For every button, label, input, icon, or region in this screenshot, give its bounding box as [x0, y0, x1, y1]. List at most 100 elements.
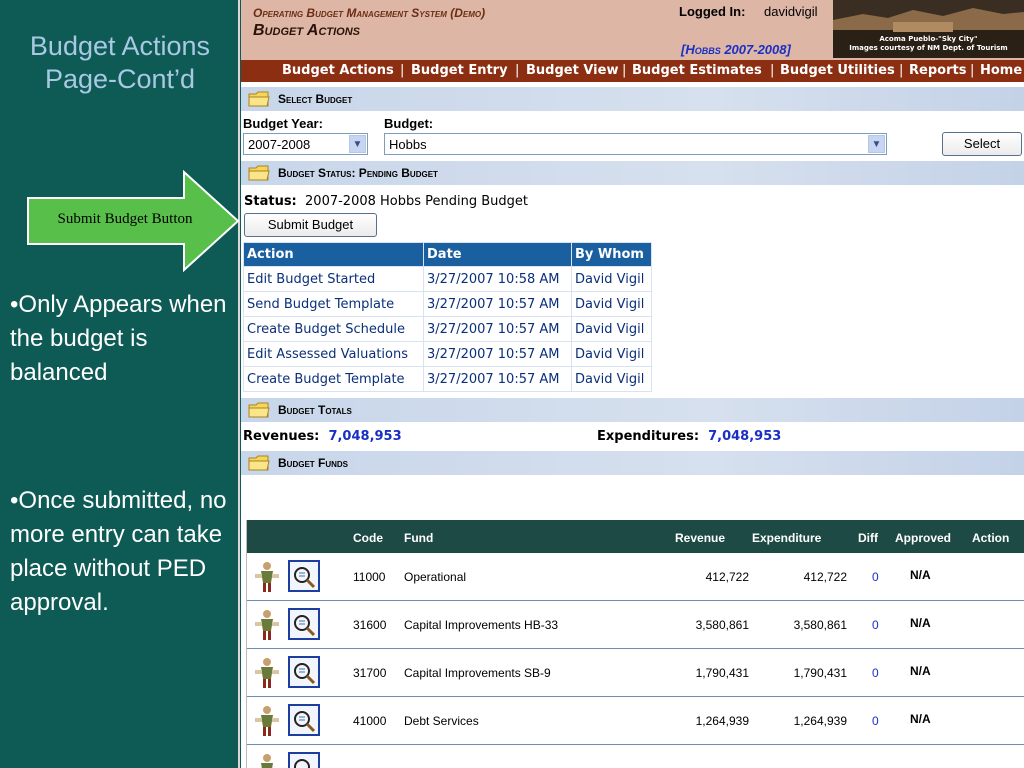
fund-expenditure: 1,790,431 [793, 666, 847, 680]
column-header: Code [353, 531, 383, 545]
fund-revenue: 1,790,431 [695, 666, 749, 680]
nav-budget-view[interactable]: Budget View [526, 63, 618, 78]
action-cell: Edit Budget Started [243, 266, 424, 292]
fund-diff[interactable]: 0 [872, 618, 879, 632]
submit-budget-button[interactable]: Submit Budget [244, 213, 377, 237]
search-document-icon[interactable] [288, 560, 320, 592]
nav-separator: | [970, 63, 975, 78]
chevron-down-icon[interactable]: ▼ [349, 135, 366, 153]
column-header: Action [243, 242, 424, 267]
budget-totals-section: Budget Totals [241, 397, 1024, 422]
photo-caption-title: Acoma Pueblo-"Sky City" [879, 35, 978, 43]
fund-expenditure: 412,722 [803, 570, 847, 584]
table-header-row: Action Date By Whom [243, 242, 652, 267]
slide-title: Budget Actions Page-Cont’d [29, 31, 211, 94]
nav-separator: | [400, 63, 405, 78]
nav-separator: | [770, 63, 775, 78]
funds-header-row: Code Fund Revenue Expenditure Diff Appro… [247, 520, 1024, 553]
fund-name: Operational [404, 570, 467, 584]
person-icon[interactable] [254, 657, 280, 689]
nav-budget-actions[interactable]: Budget Actions [282, 63, 394, 78]
section-title: Select Budget [278, 92, 353, 106]
section-title: Budget Funds [278, 456, 348, 470]
column-header: Date [423, 242, 572, 267]
fund-diff[interactable]: 0 [872, 714, 879, 728]
user-cell: David Vigil [571, 266, 652, 292]
fund-expenditure: 1,264,939 [793, 714, 847, 728]
revenues-total: Revenues: 7,048,953 [243, 429, 402, 444]
person-icon[interactable] [254, 705, 280, 737]
logged-in-user: davidvigil [764, 4, 818, 19]
date-cell: 3/27/2007 10:57 AM [423, 291, 572, 317]
fund-row: 41000 Debt Services 1,264,939 1,264,939 … [247, 697, 1024, 745]
person-icon[interactable] [254, 609, 280, 641]
revenues-label: Revenues: [243, 429, 320, 444]
budget-select[interactable]: Hobbs ▼ [384, 133, 887, 155]
status-label: Status: [244, 194, 297, 209]
fund-approved: N/A [910, 568, 931, 582]
nav-budget-entry[interactable]: Budget Entry [411, 63, 508, 78]
fund-row-partial [247, 745, 1024, 768]
budget-label: Budget: [384, 116, 434, 131]
person-icon[interactable] [254, 753, 280, 768]
fund-revenue: 1,264,939 [695, 714, 749, 728]
date-cell: 3/27/2007 10:58 AM [423, 266, 572, 292]
fund-approved: N/A [910, 616, 931, 630]
select-budget-section: Select Budget [241, 86, 1024, 111]
search-document-icon[interactable] [288, 752, 320, 768]
revenues-value: 7,048,953 [328, 429, 402, 444]
slide-panel: Budget Actions Page-Cont’d Submit Budget… [0, 0, 240, 768]
date-cell: 3/27/2007 10:57 AM [423, 366, 572, 392]
fund-row: 31600 Capital Improvements HB-33 3,580,8… [247, 601, 1024, 649]
fund-diff[interactable]: 0 [872, 570, 879, 584]
user-cell: David Vigil [571, 341, 652, 367]
expenditures-label: Expenditures: [597, 429, 700, 444]
status-value: 2007-2008 Hobbs Pending Budget [305, 194, 529, 209]
table-row: Edit Assessed Valuations 3/27/2007 10:57… [243, 341, 652, 367]
expenditures-total: Expenditures: 7,048,953 [597, 429, 781, 444]
search-document-icon[interactable] [288, 608, 320, 640]
budget-funds-section: Budget Funds [241, 450, 1024, 475]
fund-name: Capital Improvements HB-33 [404, 618, 559, 632]
nav-reports[interactable]: Reports [909, 63, 966, 78]
user-cell: David Vigil [571, 366, 652, 392]
column-header: Approved [895, 531, 952, 545]
fund-code: 11000 [353, 570, 386, 584]
bullet-once-submitted: •Once submitted, no more entry can take … [10, 487, 227, 616]
column-header: Diff [858, 531, 878, 545]
select-button[interactable]: Select [942, 132, 1022, 156]
column-header: Expenditure [752, 531, 822, 545]
fund-approved: N/A [910, 712, 931, 726]
nav-separator: | [515, 63, 520, 78]
table-row: Edit Budget Started 3/27/2007 10:58 AM D… [243, 266, 652, 292]
expenditures-value: 7,048,953 [708, 429, 782, 444]
nav-home[interactable]: Home [980, 63, 1022, 78]
fund-name: Debt Services [404, 714, 479, 728]
fund-code: 31600 [353, 618, 387, 632]
folder-icon [248, 91, 270, 107]
column-header: Fund [404, 531, 434, 545]
user-cell: David Vigil [571, 291, 652, 317]
action-cell: Create Budget Template [243, 366, 424, 392]
fund-revenue: 3,580,861 [695, 618, 749, 632]
nav-budget-utilities[interactable]: Budget Utilities [780, 63, 895, 78]
fund-code: 41000 [353, 714, 387, 728]
search-document-icon[interactable] [288, 656, 320, 688]
nav-budget-estimates[interactable]: Budget Estimates [632, 63, 762, 78]
fund-diff[interactable]: 0 [872, 666, 879, 680]
system-title: Operating Budget Management System (Demo… [253, 6, 486, 20]
section-title: Budget Totals [278, 403, 352, 417]
budget-funds-table: Code Fund Revenue Expenditure Diff Appro… [246, 520, 1024, 768]
budget-year-select[interactable]: 2007-2008 ▼ [243, 133, 368, 155]
photo-caption-credit: Images courtesy of NM Dept. of Tourism [849, 44, 1008, 52]
logged-in-label: Logged In: [679, 4, 746, 19]
action-cell: Create Budget Schedule [243, 316, 424, 342]
app-window: Operating Budget Management System (Demo… [241, 0, 1024, 768]
fund-code: 31700 [353, 666, 387, 680]
table-row: Create Budget Template 3/27/2007 10:57 A… [243, 366, 652, 392]
person-icon[interactable] [254, 561, 280, 593]
budget-year-value: 2007-2008 [248, 137, 311, 152]
search-document-icon[interactable] [288, 704, 320, 736]
chevron-down-icon[interactable]: ▼ [868, 135, 885, 153]
bullet-only-appears: •Only Appears when the budget is balance… [10, 291, 227, 386]
